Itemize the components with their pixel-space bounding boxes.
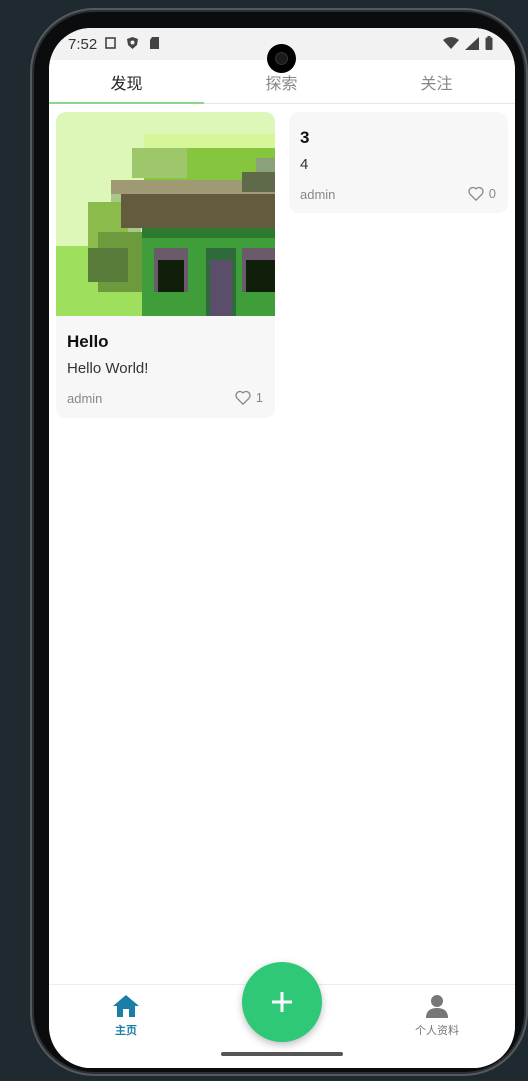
app-screen: 7:52 发现 探索 关注 Hello Hello World! admin 1… [49,28,515,1068]
signal-icon [465,36,479,50]
tab-indicator [49,102,204,104]
post-author: admin [300,187,336,202]
status-time: 7:52 [68,36,98,53]
home-indicator[interactable] [221,1052,343,1056]
home-icon [113,995,139,1017]
tab-following[interactable]: 关注 [359,70,514,94]
heart-icon [468,186,484,201]
tab-explore[interactable]: 探索 [204,70,359,94]
post-body: Hello World! [67,360,149,377]
nav-profile[interactable]: 个人资料 [397,993,477,1038]
sd-card-icon [150,37,159,49]
like-button[interactable]: 0 [468,186,496,201]
like-count: 1 [255,390,263,405]
plus-icon [272,992,292,1012]
heart-icon [235,390,251,405]
person-icon [426,995,448,1018]
tab-discover[interactable]: 发现 [49,70,204,94]
post-body: 4 [300,156,309,173]
nav-home-label: 主页 [115,1025,137,1037]
post-author: admin [67,391,103,406]
post-card[interactable]: Hello Hello World! admin 1 [56,112,275,418]
battery-icon [485,36,493,50]
add-post-button[interactable] [242,962,322,1042]
post-title: Hello [67,332,109,351]
like-button[interactable]: 1 [235,390,263,405]
nav-home[interactable]: 主页 [86,993,166,1038]
status-system-icons [443,36,493,50]
status-notification-icons [104,36,161,50]
wifi-icon [443,36,459,49]
post-card[interactable]: 3 4 admin 0 [289,112,508,213]
post-image [56,112,275,316]
screenshot-icon [105,37,116,49]
post-title: 3 [300,128,310,147]
nav-profile-label: 个人资料 [415,1025,459,1037]
shield-icon [127,37,138,49]
front-camera [267,44,296,73]
like-count: 0 [488,186,496,201]
